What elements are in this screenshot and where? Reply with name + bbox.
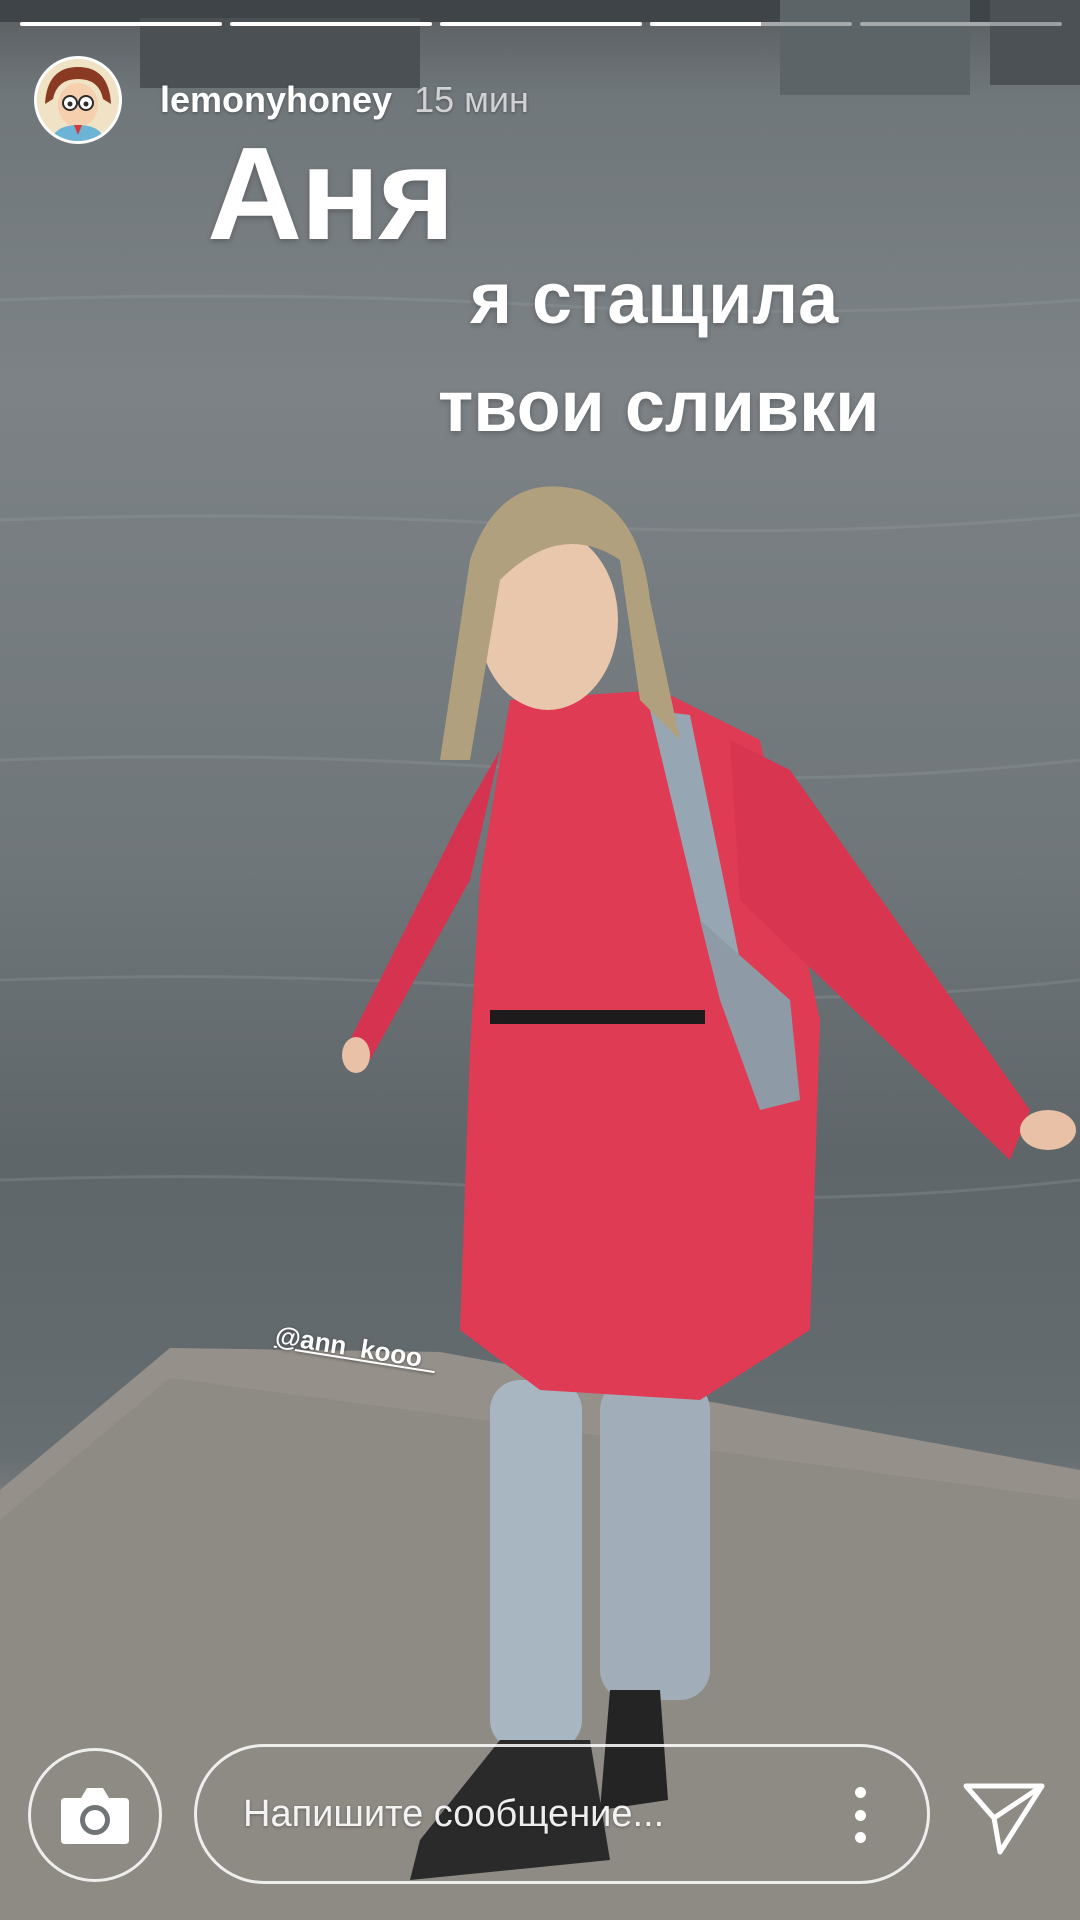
- more-options-button[interactable]: [845, 1787, 875, 1843]
- story-text-title: Аня: [207, 120, 455, 267]
- send-button[interactable]: [960, 1778, 1048, 1858]
- camera-button[interactable]: [28, 1748, 162, 1882]
- progress-segment: [230, 22, 432, 26]
- progress-segment: [20, 22, 222, 26]
- progress-segment: [650, 22, 852, 26]
- story-viewer[interactable]: lemonyhoney 15 мин Аня я стащила твои сл…: [0, 0, 1080, 1920]
- story-text-line-2: твои сливки: [438, 367, 880, 447]
- progress-segment: [860, 22, 1062, 26]
- more-vertical-icon: [854, 1787, 866, 1798]
- avatar[interactable]: [34, 56, 122, 144]
- message-input[interactable]: Напишите сообщение...: [194, 1744, 930, 1884]
- story-text-line-1: я стащила: [470, 259, 839, 339]
- progress-segment: [440, 22, 642, 26]
- send-icon: [963, 1783, 1045, 1855]
- more-vertical-icon: [854, 1832, 866, 1843]
- cartoon-character-avatar-icon: [37, 59, 119, 141]
- message-placeholder: Напишите сообщение...: [243, 1793, 665, 1835]
- story-progress-bars: [20, 22, 1062, 28]
- camera-icon: [61, 1788, 129, 1844]
- story-timestamp: 15 мин: [414, 79, 529, 120]
- more-vertical-icon: [854, 1809, 866, 1821]
- username[interactable]: lemonyhoney: [160, 79, 392, 121]
